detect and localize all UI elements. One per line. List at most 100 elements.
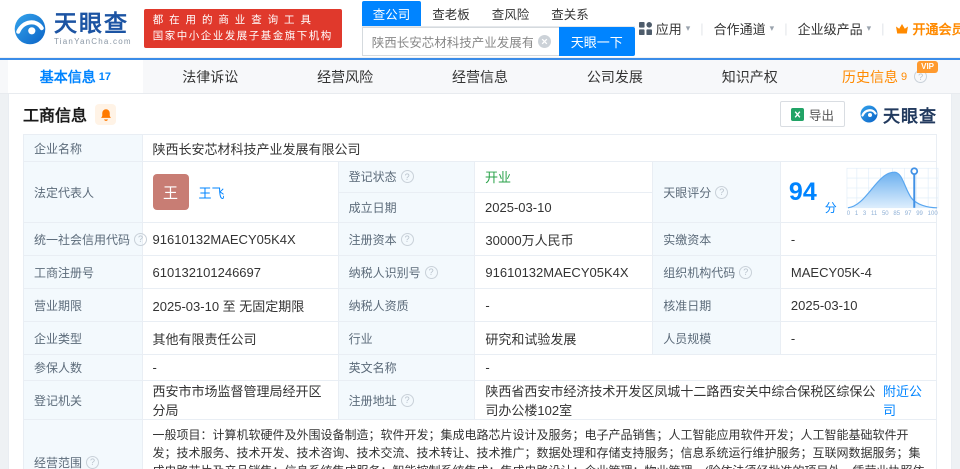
field-label: 人员规模 [653,322,781,355]
logo-swirl-icon [860,105,878,123]
slogan-line1: 都 在 用 的 商 业 查 询 工 具 [152,14,313,27]
field-label: 实缴资本 [653,223,781,256]
field-label: 营业期限 [24,289,143,322]
help-icon[interactable] [400,170,414,184]
divider: | [784,21,788,36]
field-label: 注册资本 [338,223,476,256]
field-label: 法定代表人 [24,162,143,223]
help-icon[interactable] [739,265,753,279]
score-distribution-chart: 01 3 11 50 85 97 99 100 [845,166,940,218]
help-icon[interactable] [400,393,414,407]
search-tab-boss[interactable]: 查老板 [421,1,481,26]
reg-authority-value: 西安市市场监督管理局经开区分局 [143,381,339,420]
table-row: 法定代表人 王 王飞 登记状态 开业 成立日期 2025-03-10 天眼评分 [24,162,939,224]
search-tab-relation[interactable]: 查关系 [540,1,600,26]
chevron-down-icon: ▾ [769,23,775,33]
help-icon[interactable] [86,455,100,469]
subscribe-bell[interactable] [95,103,117,125]
reg-status-value: 开业 [485,170,512,186]
section-title: 工商信息 [23,108,88,125]
nav-vip[interactable]: 开通会员 ▾ [891,19,960,38]
credit-code-value: 91610132MAECY05K4X [143,223,339,256]
table-row: 营业期限 2025-03-10 至 无固定期限 纳税人资质 - 核准日期 202… [24,289,936,323]
tab-legal[interactable]: 法律诉讼 [143,60,278,93]
establish-date-value: 2025-03-10 [485,200,552,216]
search-button[interactable]: 天眼一下 [558,27,635,56]
export-button[interactable]: 导出 [779,101,845,127]
business-info-table: 企业名称 陕西长安芯材科技产业发展有限公司 法定代表人 王 王飞 登记状态 开业… [23,134,939,469]
tab-label: 法律诉讼 [182,68,239,85]
tab-operation-risk[interactable]: 经营风险 [278,60,413,93]
tab-label: 公司发展 [586,68,643,85]
tab-label: 知识产权 [721,68,778,85]
nav-apps-label: 应用 [655,22,682,37]
nav-enterprise[interactable]: 企业级产品 ▾ [794,19,876,38]
nav-apps[interactable]: 应用 ▾ [635,19,695,38]
business-scope-value: 一般项目：计算机软硬件及外围设备制造；软件开发；集成电路芯片设计及服务；电子产品… [152,428,925,469]
field-label: 组织机构代码 [653,256,781,289]
reg-number-value: 610132101246697 [143,256,339,289]
search-tabs: 查公司 查老板 查风险 查关系 [361,1,635,27]
tab-history-info[interactable]: 历史信息 9 VIP [817,60,952,93]
nav-partner[interactable]: 合作通道 ▾ [710,19,779,38]
score-unit: 分 [824,201,837,216]
tab-basic-info[interactable]: 基本信息 17 [8,60,143,93]
brand-name: 天眼查 [54,9,129,36]
table-row: 经营范围 一般项目：计算机软硬件及外围设备制造；软件开发；集成电路芯片设计及服务… [24,420,936,469]
search-input[interactable] [361,27,559,56]
watermark-text: 天眼查 [883,106,937,126]
vip-badge: VIP [917,61,939,73]
reg-capital-value: 30000万人民币 [475,223,654,256]
table-row: 统一社会信用代码 91610132MAECY05K4X 注册资本 30000万人… [24,223,936,257]
chevron-down-icon: ▾ [685,23,691,33]
nav-vip-label: 开通会员 [912,22,960,37]
org-code-value: MAECY05K-4 [790,264,872,280]
bell-icon [100,108,111,121]
field-label: 注册地址 [338,381,476,420]
top-nav: 应用 ▾ | 合作通道 ▾ | 企业级产品 ▾ | 开通会员 ▾ | [635,19,960,38]
field-label: 天眼评分 [653,162,781,223]
clear-icon[interactable] [537,35,551,48]
help-icon[interactable] [715,185,729,199]
field-label: 登记机关 [24,381,143,420]
company-name-value: 陕西长安芯材科技产业发展有限公司 [152,141,361,157]
chevron-down-icon: ▾ [866,23,872,33]
english-name-value: - [485,360,490,376]
staff-size-value: - [790,330,796,346]
nav-partner-label: 合作通道 [713,22,766,37]
field-label: 登记状态 [338,162,476,192]
field-label: 纳税人资质 [338,289,476,322]
search-tab-risk[interactable]: 查风险 [481,1,541,26]
company-tabs: 基本信息 17 法律诉讼 经营风险 经营信息 公司发展 知识产权 历史信息 9 … [0,60,960,94]
help-icon[interactable] [424,265,438,279]
search-tab-company[interactable]: 查公司 [361,1,422,26]
business-term-value: 2025-03-10 至 无固定期限 [143,289,339,322]
legal-rep-cell: 王 王飞 [143,162,339,223]
logo-swirl-icon [14,13,46,44]
tab-label: 历史信息 [842,68,899,85]
tab-company-development[interactable]: 公司发展 [547,60,682,93]
legal-rep-link[interactable]: 王飞 [199,183,225,202]
field-label: 统一社会信用代码 [24,223,148,256]
field-label: 英文名称 [338,355,476,381]
tab-count: 9 [901,70,908,83]
table-row: 登记机关 西安市市场监督管理局经开区分局 注册地址 陕西省西安市经济技术开发区凤… [24,381,936,421]
field-label: 经营范围 [24,420,143,469]
company-type-value: 其他有限责任公司 [143,322,339,355]
tab-label: 基本信息 [39,68,96,85]
slogan-line2: 国家中小企业发展子基金旗下机构 [152,29,333,42]
score-cell: 94 分 0 1 3 11 50 85 97 99 100 [781,162,939,222]
business-info-card: 工商信息 导出 天眼查 企业名称 陕西长安芯材科技产业发展有限公司 法定代表人 … [8,94,952,469]
divider: | [700,21,704,36]
tab-operation-info[interactable]: 经营信息 [413,60,548,93]
approval-date-value: 2025-03-10 [790,297,858,313]
search-widget: 查公司 查老板 查风险 查关系 天眼一下 [361,1,635,56]
brand-logo[interactable]: 天眼查 TianYanCha.com [12,11,132,47]
legal-rep-avatar[interactable]: 王 [152,174,189,211]
tab-intellectual-property[interactable]: 知识产权 [682,60,817,93]
tab-label: 经营风险 [317,68,374,85]
excel-icon [790,107,804,121]
table-row: 企业类型 其他有限责任公司 行业 研究和试验发展 人员规模 - [24,322,936,356]
help-icon[interactable] [400,232,414,246]
nearby-companies-link[interactable]: 附近公司 [883,381,926,419]
